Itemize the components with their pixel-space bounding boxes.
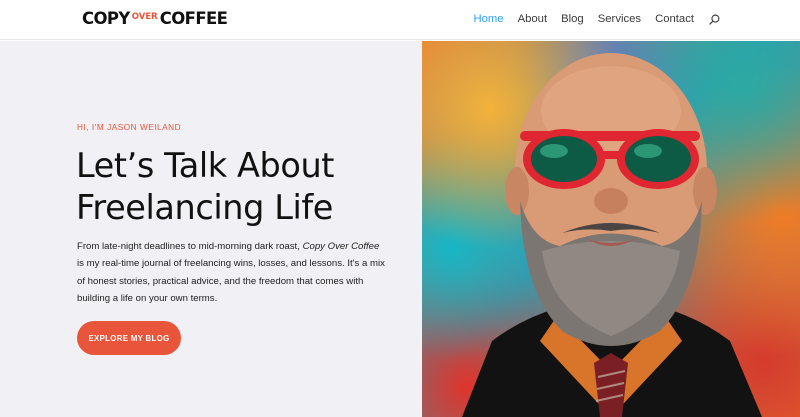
main-nav: Home About Blog Services Contact [473,12,721,26]
search-icon[interactable] [707,12,721,26]
hero-intro: From late-night deadlines to mid-morning… [77,238,387,308]
site-logo[interactable]: COPY OVER COFFEE [82,8,228,28]
logo-text-copy: COPY [82,8,130,28]
nav-item-about[interactable]: About [518,12,548,26]
intro-text-2: is my real-time journal of freelancing w… [77,258,385,305]
hero-headline: Let’s Talk About Freelancing Life [76,145,406,229]
hero-eyebrow: HI, I'M JASON WEILAND [77,123,182,132]
hero-portrait [422,41,800,417]
logo-text-coffee: COFFEE [159,8,228,28]
nav-item-contact[interactable]: Contact [655,12,694,26]
nav-item-blog[interactable]: Blog [561,12,584,26]
intro-blog-name: Copy Over Coffee [302,241,380,252]
logo-text-over: OVER [131,12,158,22]
intro-text-1: From late-night deadlines to mid-morning… [77,241,300,252]
site-header: COPY OVER COFFEE Home About Blog Service… [0,0,800,40]
headline-line-1: Let’s Talk About [76,146,335,185]
nav-item-home[interactable]: Home [473,12,503,26]
nav-item-services[interactable]: Services [598,12,641,26]
portrait-illustration [462,53,762,417]
headline-line-2: Freelancing Life [76,188,334,227]
hero-text-panel [0,41,422,417]
explore-blog-button[interactable]: EXPLORE MY BLOG [77,321,181,355]
